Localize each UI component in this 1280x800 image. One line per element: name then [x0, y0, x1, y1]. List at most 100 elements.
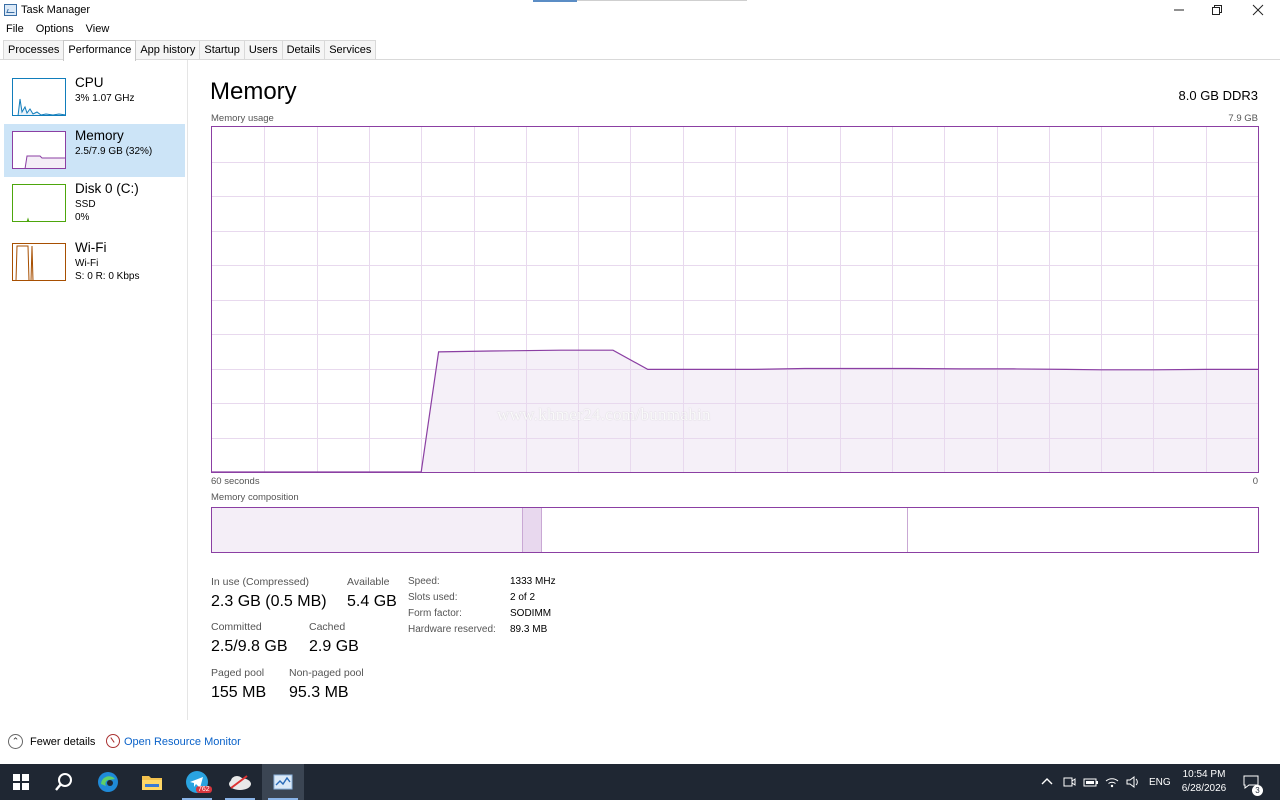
folder-icon	[142, 776, 162, 790]
speed-label: Speed:	[408, 576, 440, 587]
tab-app-history[interactable]: App history	[135, 40, 201, 60]
clock-date: 6/28/2026	[1181, 783, 1227, 794]
form-factor-value: SODIMM	[510, 608, 552, 619]
resource-monitor-icon	[106, 734, 120, 748]
menu-file[interactable]: File	[0, 20, 30, 38]
composition-in-use[interactable]	[212, 508, 523, 552]
memory-usage-graph	[211, 126, 1259, 473]
tray-clock[interactable]: 10:54 PM 6/28/2026	[1178, 768, 1230, 796]
x-axis-left-label: 60 seconds	[211, 476, 260, 487]
taskbar-task-manager[interactable]	[262, 764, 304, 800]
sidebar-item-disk-usage: 0%	[75, 212, 90, 223]
minimize-icon	[1174, 9, 1184, 11]
sidebar-item-wifi-throughput: S: 0 R: 0 Kbps	[75, 271, 140, 282]
nonpaged-pool-value: 95.3 MB	[289, 684, 349, 701]
window-title: Task Manager	[21, 4, 91, 16]
memory-composition-bar	[211, 507, 1259, 553]
memory-usage-chart	[212, 127, 1258, 472]
graph-grid-overlay	[212, 127, 1258, 472]
taskbar-edge[interactable]	[87, 764, 129, 800]
edge-icon	[98, 772, 118, 792]
windows-logo-icon	[13, 774, 29, 790]
tab-details[interactable]: Details	[281, 40, 326, 60]
tray-battery[interactable]	[1083, 764, 1099, 800]
cloud-app-icon	[229, 775, 251, 790]
committed-label: Committed	[211, 621, 262, 633]
restore-button[interactable]	[1194, 0, 1240, 20]
memory-usage-max: 7.9 GB	[1228, 113, 1258, 124]
sidebar-item-memory[interactable]: Memory 2.5/7.9 GB (32%)	[4, 124, 185, 177]
sidebar-item-cpu-usage: 3% 1.07 GHz	[75, 93, 135, 104]
memory-thumbnail	[12, 131, 66, 169]
available-value: 5.4 GB	[347, 593, 397, 610]
tray-overflow[interactable]	[1040, 764, 1054, 800]
open-resource-monitor-link[interactable]: Open Resource Monitor	[124, 736, 241, 748]
notification-center-button[interactable]: 3	[1242, 764, 1263, 800]
chevron-up-icon[interactable]: ⌃	[8, 734, 23, 749]
composition-modified[interactable]	[523, 508, 542, 552]
cpu-thumbnail	[12, 78, 66, 116]
sidebar-item-memory-label: Memory	[75, 128, 124, 143]
hardware-reserved-label: Hardware reserved:	[408, 624, 496, 635]
composition-free[interactable]	[908, 508, 1258, 552]
wifi-icon	[1105, 778, 1119, 788]
cached-value: 2.9 GB	[309, 638, 359, 655]
cached-label: Cached	[309, 621, 346, 633]
footer-bar: ⌃ Fewer details Open Resource Monitor	[0, 730, 1280, 756]
tray-language[interactable]: ENG	[1149, 764, 1171, 800]
chevron-up-tray-icon	[1041, 778, 1053, 785]
speed-value: 1333 MHz	[510, 576, 556, 587]
tab-processes[interactable]: Processes	[3, 40, 65, 60]
slots-value: 2 of 2	[510, 592, 536, 603]
committed-value: 2.5/9.8 GB	[211, 638, 288, 655]
paged-pool-label: Paged pool	[211, 667, 265, 679]
tray-network[interactable]	[1104, 764, 1120, 800]
taskbar-telegram[interactable]: 762	[176, 764, 218, 800]
sidebar-item-cpu[interactable]: CPU 3% 1.07 GHz	[4, 71, 185, 124]
speaker-icon	[1126, 776, 1138, 788]
slots-label: Slots used:	[408, 592, 458, 603]
composition-standby[interactable]	[542, 508, 908, 552]
sidebar-item-disk-type: SSD	[75, 199, 96, 210]
tab-startup[interactable]: Startup	[199, 40, 245, 60]
task-manager-icon	[4, 4, 17, 16]
search-icon	[55, 773, 72, 791]
paged-pool-value: 155 MB	[211, 684, 267, 701]
sidebar-item-memory-usage: 2.5/7.9 GB (32%)	[75, 146, 153, 157]
sidebar-item-disk-label: Disk 0 (C:)	[75, 181, 139, 196]
telegram-badge: 762	[196, 786, 212, 793]
sidebar-item-cpu-label: CPU	[75, 75, 104, 90]
tray-meet[interactable]	[1062, 764, 1076, 800]
tray-volume[interactable]	[1125, 764, 1141, 800]
search-button[interactable]	[43, 764, 85, 800]
menu-bar: File Options View	[0, 20, 115, 38]
title-drag-marker	[533, 0, 577, 2]
taskbar-app-cloud[interactable]	[219, 764, 261, 800]
wifi-thumbnail	[12, 243, 66, 281]
tab-users[interactable]: Users	[243, 40, 283, 60]
menu-options[interactable]: Options	[30, 20, 80, 38]
taskbar: 762 ENG 10:54 PM 6/28/2026 3	[0, 764, 1280, 800]
resource-sidebar: CPU 3% 1.07 GHz Memory 2.5/7.9 GB (32%) …	[0, 60, 188, 720]
title-drag-track	[577, 0, 747, 1]
clock-time: 10:54 PM	[1182, 769, 1226, 780]
restore-icon	[1212, 5, 1222, 15]
sidebar-item-disk[interactable]: Disk 0 (C:) SSD 0%	[4, 177, 185, 230]
notification-count: 3	[1252, 785, 1263, 796]
in-use-value: 2.3 GB (0.5 MB)	[211, 593, 327, 610]
watermark-text: www.khmer24.com/bunmahin	[497, 405, 711, 424]
sidebar-item-wifi-label: Wi-Fi	[75, 240, 107, 255]
tab-services[interactable]: Services	[324, 40, 377, 60]
hardware-reserved-value: 89.3 MB	[510, 624, 548, 635]
sidebar-item-wifi[interactable]: Wi-Fi Wi-Fi S: 0 R: 0 Kbps	[4, 236, 185, 289]
close-button[interactable]	[1235, 0, 1280, 20]
fewer-details-link[interactable]: Fewer details	[30, 736, 95, 748]
menu-view[interactable]: View	[80, 20, 116, 38]
taskbar-file-explorer[interactable]	[131, 764, 173, 800]
tab-divider	[0, 59, 1280, 60]
nonpaged-pool-label: Non-paged pool	[289, 667, 364, 679]
start-button[interactable]	[0, 764, 42, 800]
form-factor-label: Form factor:	[408, 608, 462, 619]
page-title: Memory	[210, 78, 297, 105]
tab-performance[interactable]: Performance	[63, 40, 137, 61]
